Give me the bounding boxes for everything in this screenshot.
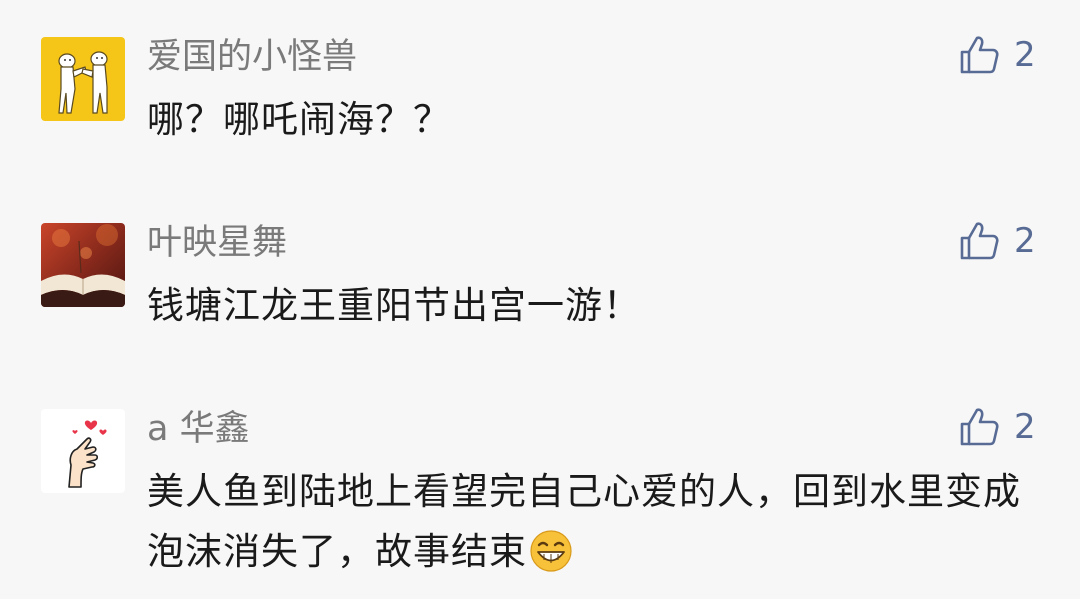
- comment-list: 爱国的小怪兽 哪？哪吒闹海？？ 2 叶映星舞 钱塘江龙王重阳节出宫一游！ 2 a…: [0, 0, 1080, 599]
- open-book-autumn-avatar: [41, 223, 125, 307]
- cartoon-cats-dancing-avatar: [41, 37, 125, 121]
- thumbs-up-icon: [960, 36, 999, 74]
- thumbs-up-icon: [960, 408, 999, 446]
- avatar[interactable]: [41, 223, 125, 307]
- avatar[interactable]: [41, 409, 125, 493]
- like-count: 2: [1014, 221, 1036, 261]
- thumbs-up-icon: [960, 222, 999, 260]
- like-button[interactable]: 2: [958, 218, 1036, 264]
- username[interactable]: 爱国的小怪兽: [147, 36, 357, 78]
- grinning-face-emoji: [530, 530, 572, 572]
- avatar[interactable]: [41, 37, 125, 121]
- like-count: 2: [1014, 35, 1036, 75]
- comment-text: 钱塘江龙王重阳节出宫一游！: [147, 284, 641, 327]
- like-count: 2: [1014, 407, 1036, 447]
- username[interactable]: a 华鑫: [147, 408, 250, 450]
- comment-text-content: 美人鱼到陆地上看望完自己心爱的人，回到水里变成泡沫消失了，故事结束: [147, 470, 1021, 573]
- username[interactable]: 叶映星舞: [147, 222, 287, 264]
- comment-text: 美人鱼到陆地上看望完自己心爱的人，回到水里变成泡沫消失了，故事结束: [147, 462, 1027, 582]
- finger-heart-hand-avatar: [41, 409, 125, 493]
- comment-text: 哪？哪吒闹海？？: [147, 98, 451, 141]
- like-button[interactable]: 2: [958, 32, 1036, 78]
- like-button[interactable]: 2: [958, 404, 1036, 450]
